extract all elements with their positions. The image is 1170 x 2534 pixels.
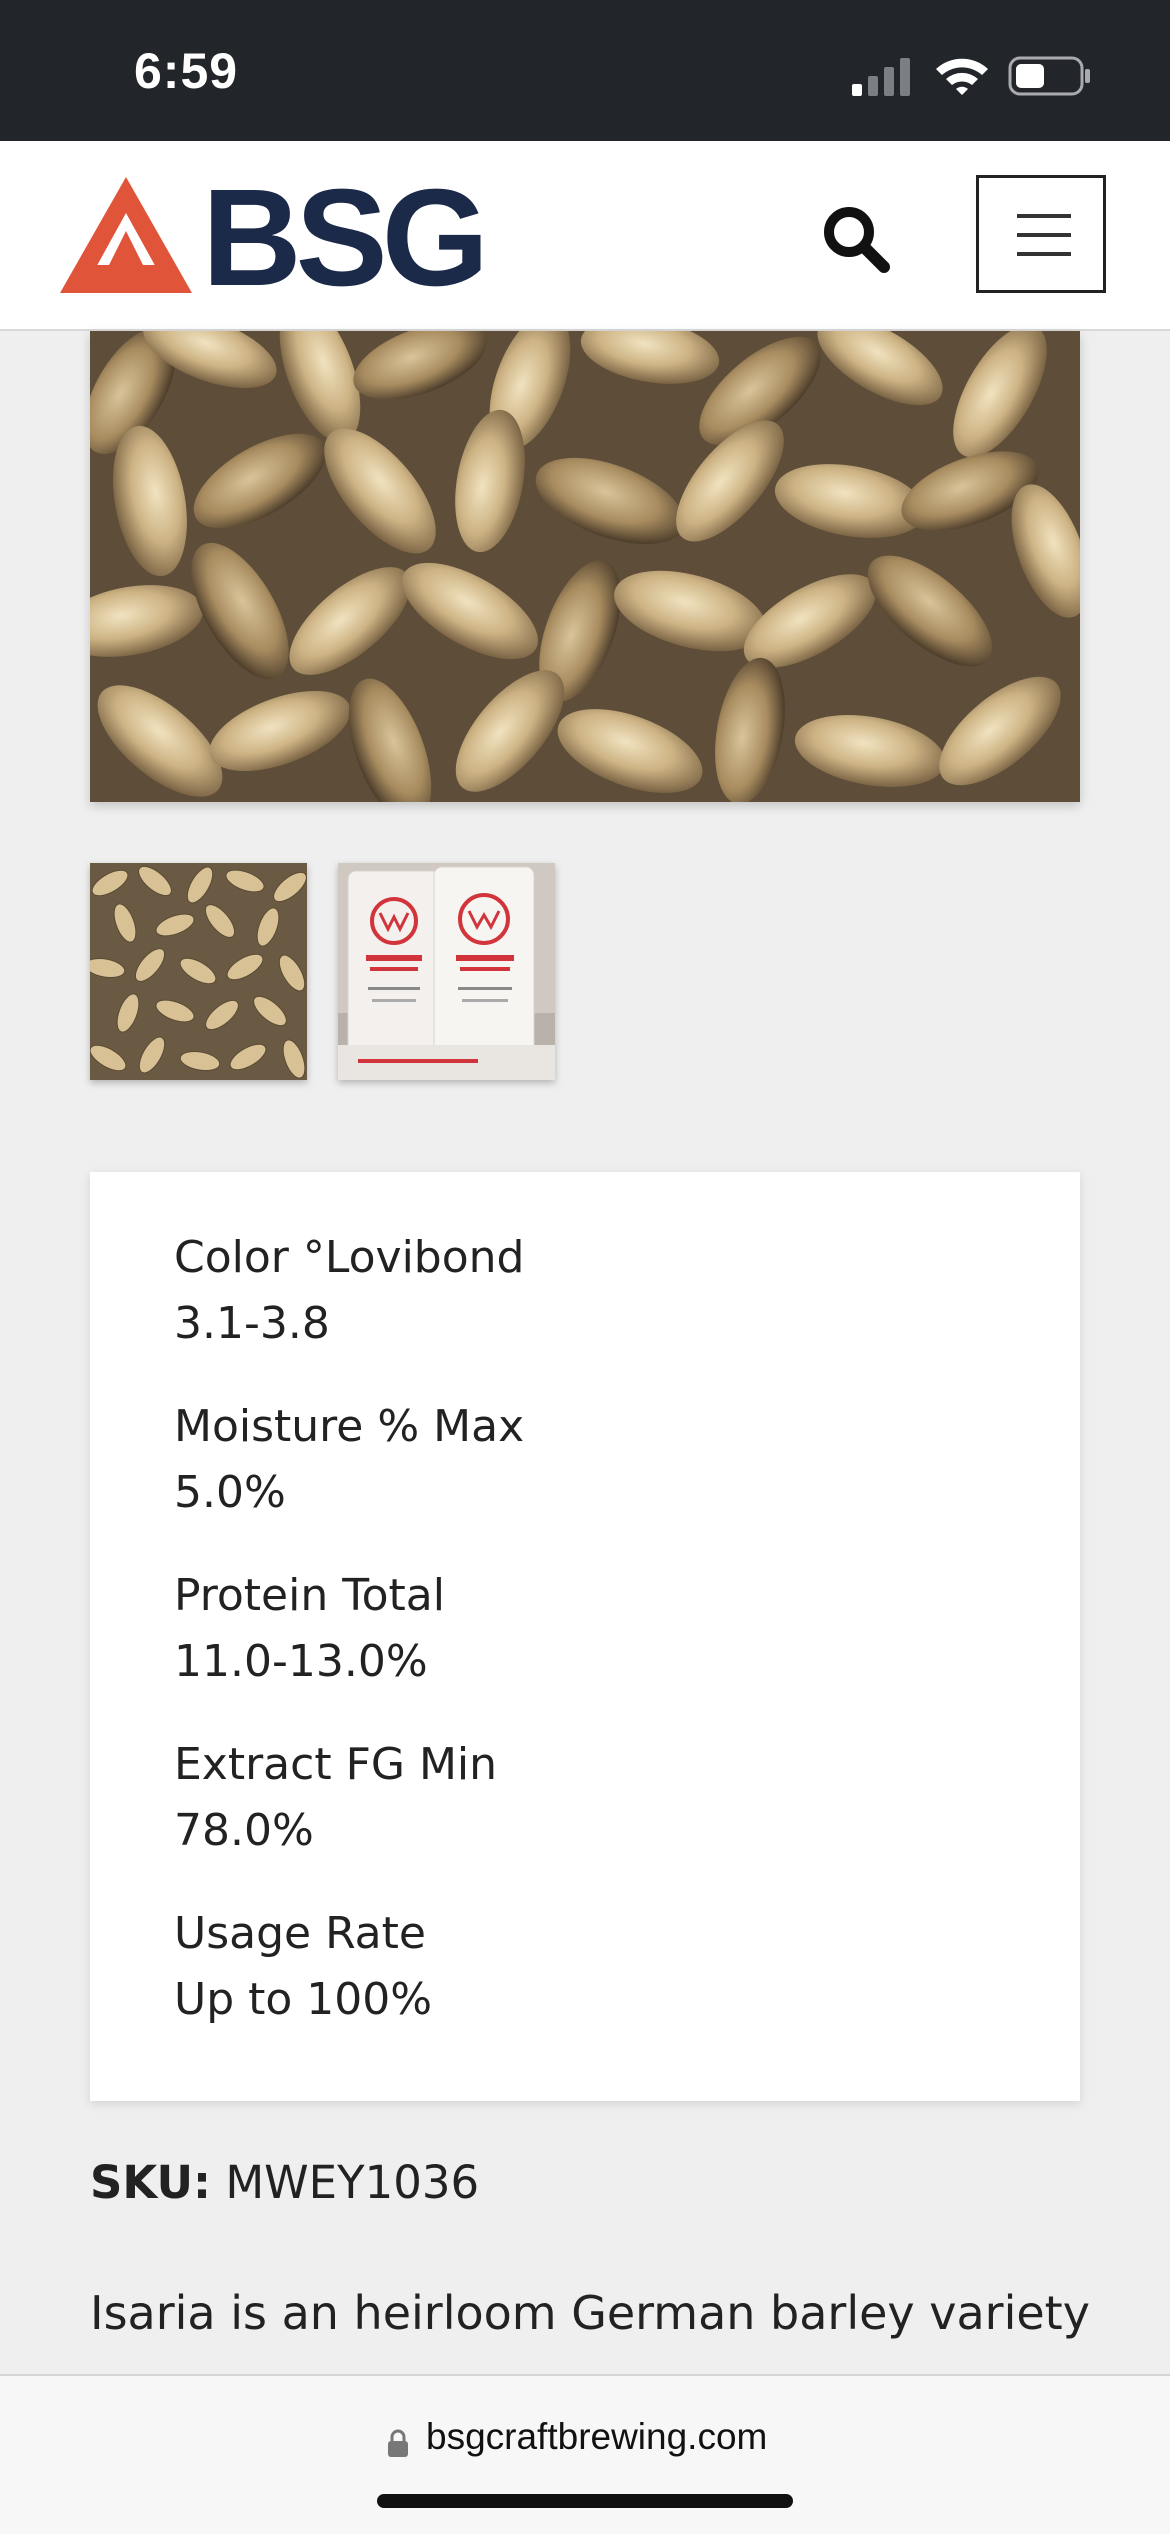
triangle-logo-icon	[60, 177, 192, 293]
product-description: Isaria is an heirloom German barley vari…	[90, 2286, 1090, 2340]
spec-value: Up to 100%	[174, 1974, 433, 2025]
spec-label: Usage Rate	[174, 1908, 426, 1959]
barley-grains-illustration	[90, 331, 1080, 802]
spec-value: 78.0%	[174, 1805, 314, 1856]
spec-usage-rate: Usage Rate Up to 100%	[174, 1901, 432, 2033]
lock-icon	[388, 2429, 408, 2457]
thumbnail-barley-grains[interactable]	[90, 863, 307, 1080]
spec-label: Color °Lovibond	[174, 1232, 525, 1283]
spec-moisture: Moisture % Max 5.0%	[174, 1394, 524, 1526]
menu-bar-line	[1017, 233, 1071, 237]
search-icon[interactable]	[820, 203, 892, 275]
malt-bags-thumbnail-illustration	[338, 863, 555, 1080]
spec-label: Extract FG Min	[174, 1739, 498, 1790]
menu-bar-line	[1017, 214, 1071, 218]
spec-color: Color °Lovibond 3.1-3.8	[174, 1225, 524, 1357]
battery-icon	[1008, 56, 1090, 96]
spec-label: Protein Total	[174, 1570, 445, 1621]
product-main-image[interactable]	[90, 331, 1080, 802]
menu-bar-line	[1017, 252, 1071, 256]
cellular-signal-icon	[852, 58, 910, 96]
sku-label: SKU:	[90, 2156, 212, 2209]
status-bar: 6:59	[0, 0, 1170, 141]
specs-card: Color °Lovibond 3.1-3.8 Moisture % Max 5…	[90, 1172, 1080, 2101]
spec-value: 5.0%	[174, 1467, 286, 1518]
status-time: 6:59	[134, 43, 239, 99]
url-text[interactable]: bsgcraftbrewing.com	[426, 2416, 767, 2458]
sku: SKU: MWEY1036	[90, 2156, 479, 2209]
home-indicator[interactable]	[377, 2494, 793, 2508]
spec-value: 3.1-3.8	[174, 1298, 330, 1349]
browser-url-bar[interactable]: bsgcraftbrewing.com	[0, 2374, 1170, 2534]
spec-extract: Extract FG Min 78.0%	[174, 1732, 497, 1864]
spec-label: Moisture % Max	[174, 1401, 525, 1452]
hamburger-menu-icon[interactable]	[976, 175, 1106, 293]
sku-value: MWEY1036	[225, 2156, 480, 2209]
thumbnail-malt-bags[interactable]	[338, 863, 555, 1080]
barley-thumbnail-illustration	[90, 863, 307, 1080]
spec-protein: Protein Total 11.0-13.0%	[174, 1563, 445, 1695]
wifi-icon	[936, 58, 988, 95]
logo-text: BSG	[202, 161, 489, 315]
spec-value: 11.0-13.0%	[174, 1636, 428, 1687]
site-header: BSG	[0, 141, 1170, 331]
